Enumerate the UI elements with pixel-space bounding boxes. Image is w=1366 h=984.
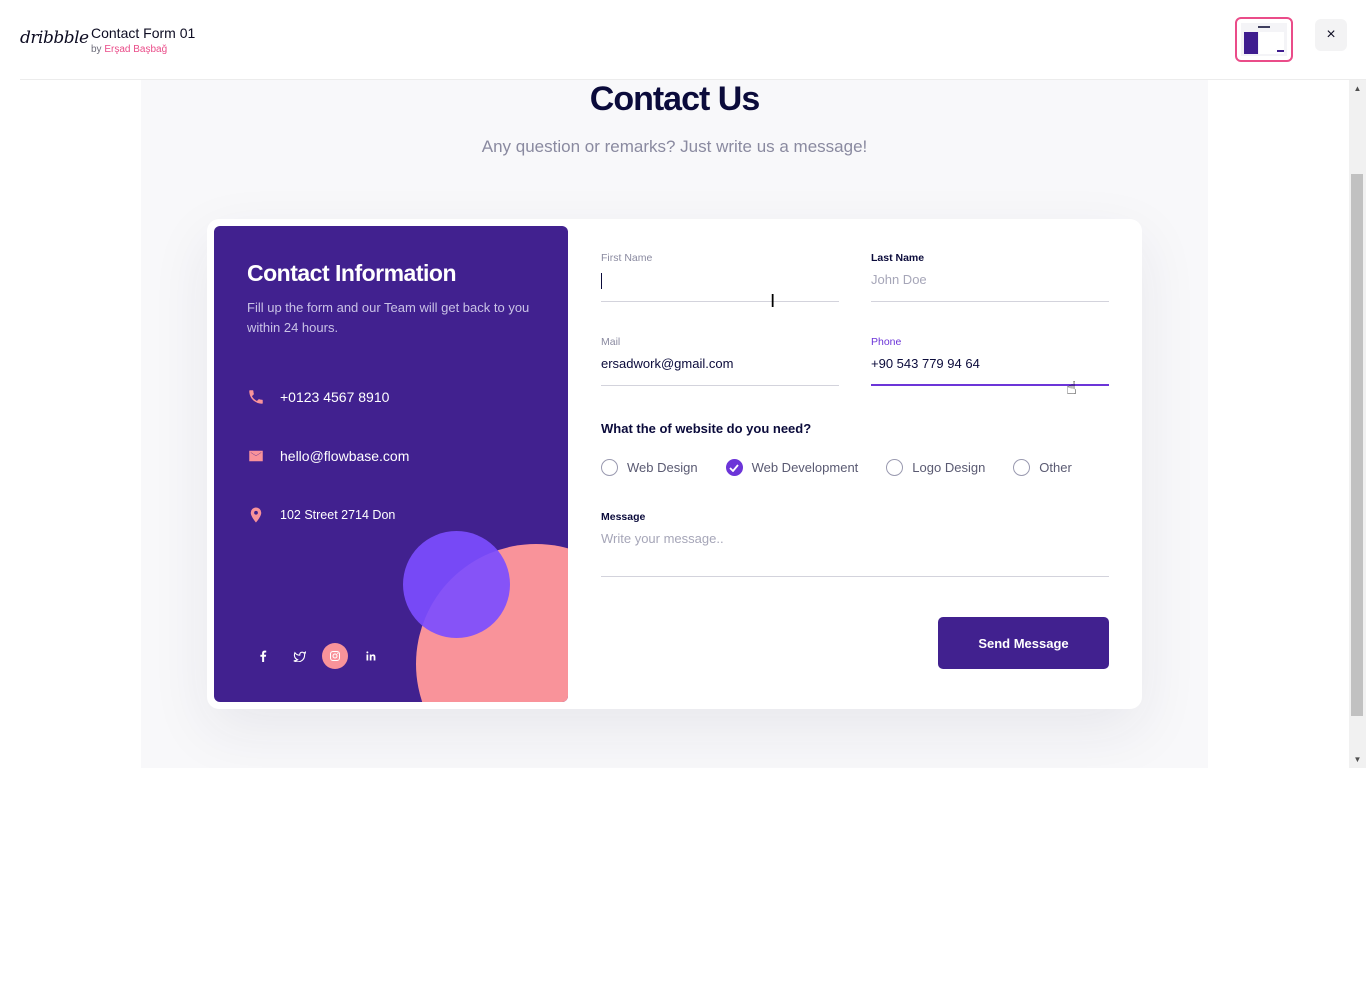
author-link[interactable]: Erşad Başbağ (104, 44, 167, 55)
mail-label: Mail (601, 336, 621, 348)
decor-circle-purple (403, 531, 510, 638)
close-icon: × (1326, 26, 1336, 43)
info-email-text[interactable]: hello@flowbase.com (280, 448, 409, 464)
instagram-icon[interactable] (322, 643, 348, 669)
website-type-question: What the of website do you need? (601, 421, 812, 436)
info-text: Fill up the form and our Team will get b… (247, 300, 530, 335)
radio-label: Web Design (627, 460, 698, 475)
scroll-down-arrow-icon[interactable]: ▼ (1349, 751, 1366, 768)
close-button[interactable]: × (1315, 19, 1347, 51)
contact-info-panel: Contact Information Fill up the form and… (214, 226, 568, 702)
shot-canvas: Contact Us Any question or remarks? Just… (141, 80, 1208, 768)
location-pin-icon (247, 506, 265, 524)
scrollbar-thumb[interactable] (1351, 174, 1363, 716)
by-prefix: by (91, 44, 102, 55)
message-underline (601, 576, 1109, 577)
info-address-text: 102 Street 2714 Don (280, 508, 396, 522)
social-links (250, 643, 394, 669)
mail-input[interactable]: ersadwork@gmail.com (601, 354, 839, 374)
send-message-button[interactable]: Send Message (938, 617, 1109, 669)
radio-circle[interactable] (601, 459, 618, 476)
first-name-field[interactable]: First Name (601, 252, 839, 302)
thumbnail-preview (1241, 23, 1287, 56)
ibeam-cursor-icon: I (770, 291, 776, 312)
radio-circle[interactable] (886, 459, 904, 476)
info-phone: +0123 4567 8910 (247, 386, 389, 408)
radio-circle[interactable] (1013, 459, 1031, 476)
shot-thumbnail[interactable] (1235, 17, 1293, 62)
shot-title: Contact Form 01 (91, 25, 196, 41)
mail-field[interactable]: Mail ersadwork@gmail.com (601, 336, 839, 386)
shot-header: dribbble Contact Form 01 by Erşad Başbağ… (0, 0, 1366, 80)
info-phone-text[interactable]: +0123 4567 8910 (280, 389, 389, 405)
radio-label: Other (1039, 460, 1072, 475)
phone-icon (247, 388, 265, 406)
last-name-underline (871, 301, 1109, 302)
radio-other[interactable]: Other (1013, 459, 1072, 476)
dribbble-logo[interactable]: dribbble (20, 28, 89, 48)
phone-input[interactable]: +90 543 779 94 64 (871, 354, 1109, 374)
hand-cursor-icon: ☝ (1066, 378, 1077, 398)
contact-card: Contact Information Fill up the form and… (207, 219, 1142, 709)
facebook-icon[interactable] (250, 643, 276, 669)
text-caret (601, 272, 602, 289)
page-subtitle: Any question or remarks? Just write us a… (481, 137, 868, 156)
radio-label: Web Development (751, 460, 859, 475)
message-label: Message (601, 511, 646, 523)
mail-icon (247, 447, 265, 465)
last-name-input[interactable]: John Doe (871, 270, 1109, 290)
check-icon[interactable] (725, 459, 743, 476)
info-title: Contact Information (247, 260, 457, 286)
message-field[interactable]: Message Write your message.. (601, 511, 1109, 577)
first-name-label: First Name (601, 252, 653, 264)
info-address: 102 Street 2714 Don (247, 504, 395, 526)
radio-web-design[interactable]: Web Design (601, 459, 698, 476)
mail-underline (601, 385, 839, 386)
first-name-underline (601, 301, 839, 302)
first-name-input[interactable] (601, 270, 839, 290)
shot-byline: by Erşad Başbağ (91, 44, 167, 55)
linkedin-icon[interactable] (358, 643, 384, 669)
phone-label: Phone (871, 336, 902, 348)
twitter-icon[interactable] (286, 643, 312, 669)
page-title: Contact Us (589, 80, 760, 118)
last-name-field[interactable]: Last Name John Doe (871, 252, 1109, 302)
thumbnail-title-bar (1258, 26, 1270, 28)
scroll-up-arrow-icon[interactable]: ▲ (1349, 80, 1366, 97)
thumbnail-button (1277, 50, 1284, 52)
radio-web-development[interactable]: Web Development (725, 459, 859, 476)
thumbnail-card (1244, 32, 1258, 54)
website-type-options: Web Design Web Development Logo Design O… (601, 459, 1100, 476)
radio-label: Logo Design (912, 460, 986, 475)
info-email: hello@flowbase.com (247, 445, 409, 467)
last-name-label: Last Name (871, 252, 925, 264)
message-input[interactable]: Write your message.. (601, 529, 1109, 549)
radio-logo-design[interactable]: Logo Design (886, 459, 985, 476)
